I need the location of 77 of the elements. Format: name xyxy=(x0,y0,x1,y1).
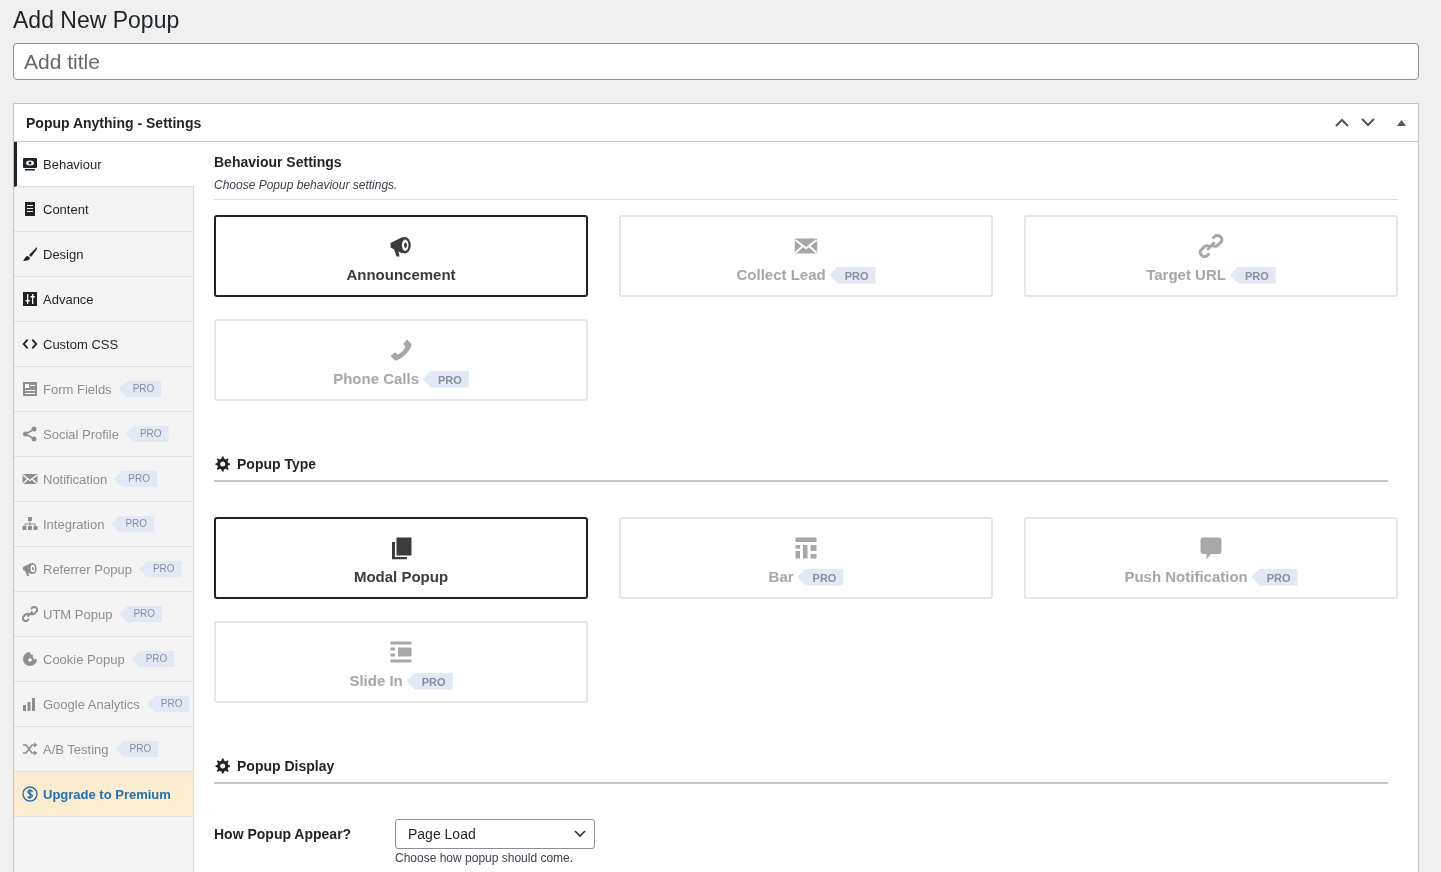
pro-tag: PRO xyxy=(1251,568,1298,586)
tab-label: UTM Popup xyxy=(43,606,113,622)
sitemap-icon xyxy=(22,516,38,532)
link-icon xyxy=(22,606,38,622)
option-label: Announcement xyxy=(346,265,456,283)
pro-tag: PRO xyxy=(114,471,157,487)
appear-select[interactable]: Page Load xyxy=(395,819,595,849)
caret-icon xyxy=(574,830,586,838)
title-field[interactable]: Add title xyxy=(13,43,1419,80)
collapse-icon[interactable] xyxy=(1397,119,1406,126)
tab-label: Behaviour xyxy=(43,156,102,172)
document-icon xyxy=(22,201,38,217)
cookie-icon xyxy=(22,651,38,667)
tab-label: Social Profile xyxy=(43,426,119,442)
sliders-icon xyxy=(22,291,38,307)
sidebar-tab[interactable]: Upgrade to Premium xyxy=(14,772,193,817)
bar-chart-icon xyxy=(22,696,38,712)
pro-tag: PRO xyxy=(131,651,175,667)
tab-label: Design xyxy=(43,246,84,262)
pro-tag: PRO xyxy=(125,426,169,442)
pro-tag: PRO xyxy=(138,561,182,577)
section-title: Popup Type xyxy=(237,456,317,472)
option-label: Collect Lead xyxy=(736,265,826,283)
megaphone-icon xyxy=(22,561,38,577)
monitor-eye-icon xyxy=(22,156,38,172)
tab-label: Upgrade to Premium xyxy=(43,786,171,802)
pro-tag: PRO xyxy=(118,381,162,397)
pro-tag: PRO xyxy=(115,741,159,757)
move-down-icon[interactable] xyxy=(1361,118,1375,127)
section-title: Behaviour Settings xyxy=(214,154,343,170)
tab-label: A/B Testing xyxy=(43,741,109,757)
pro-tag: PRO xyxy=(829,266,876,284)
tab-label: Cookie Popup xyxy=(43,651,125,667)
brush-icon xyxy=(22,246,38,262)
tab-label: Integration xyxy=(43,516,105,532)
chat-bubble-icon xyxy=(1198,535,1224,560)
pro-tag: PRO xyxy=(119,606,163,622)
slide-in-icon xyxy=(388,639,414,664)
tab-label: Notification xyxy=(43,471,108,487)
tab-label: Advance xyxy=(43,291,94,307)
pro-tag: PRO xyxy=(423,370,469,388)
pro-tag: PRO xyxy=(111,516,155,532)
pro-tag: PRO xyxy=(146,696,190,712)
option-label: Bar xyxy=(768,567,794,585)
tab-label: Content xyxy=(43,201,89,217)
section-description: Choose Popup behaviour settings. xyxy=(214,178,399,192)
option-label: Modal Popup xyxy=(353,567,449,585)
tab-label: Custom CSS xyxy=(43,336,119,352)
bar-layout-icon xyxy=(793,535,819,560)
field-help: Choose how popup should come. xyxy=(395,851,575,865)
pro-tag: PRO xyxy=(1229,266,1276,284)
field-label: How Popup Appear? xyxy=(214,825,353,842)
option-label: Slide In xyxy=(349,671,403,689)
gear-icon xyxy=(214,456,231,472)
phone-icon xyxy=(388,337,414,362)
dollar-icon xyxy=(22,786,38,802)
pro-tag: PRO xyxy=(797,568,844,586)
link-icon xyxy=(1198,233,1224,258)
option-label: Push Notification xyxy=(1124,567,1248,585)
pro-tag: PRO xyxy=(406,672,453,690)
tab-label: Google Analytics xyxy=(43,696,140,712)
move-up-icon[interactable] xyxy=(1335,118,1349,127)
option-card[interactable]: Modal Popup xyxy=(214,517,588,599)
panel-title: Popup Anything - Settings xyxy=(26,114,202,131)
page-title: Add New Popup xyxy=(13,6,181,35)
shuffle-icon xyxy=(22,741,38,757)
envelope-icon xyxy=(22,471,38,487)
option-card[interactable]: Announcement xyxy=(214,215,588,297)
tab-label: Referrer Popup xyxy=(43,561,132,577)
share-icon xyxy=(22,426,38,442)
tab-label: Form Fields xyxy=(43,381,112,397)
sidebar-tab[interactable]: Behaviour xyxy=(14,142,194,187)
option-label: Phone Calls xyxy=(333,369,419,387)
option-label: Target URL xyxy=(1146,265,1226,283)
gear-icon xyxy=(214,758,231,774)
form-icon xyxy=(22,381,38,397)
section-title: Popup Display xyxy=(237,758,335,774)
